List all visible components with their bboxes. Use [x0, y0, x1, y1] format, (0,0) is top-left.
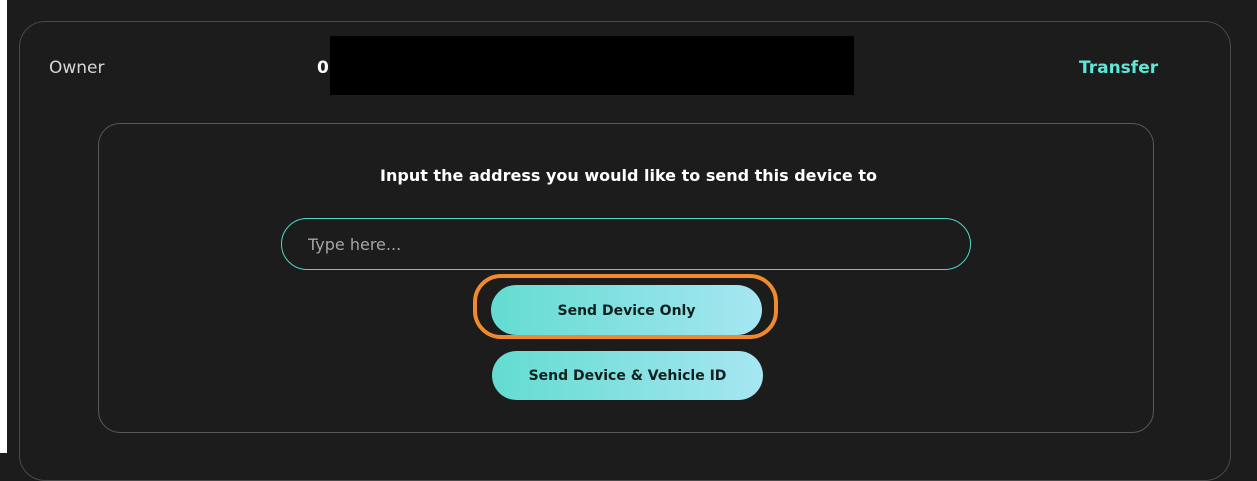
transfer-prompt: Input the address you would like to send… [380, 166, 877, 185]
window-left-edge [0, 0, 7, 453]
redacted-address-block [330, 36, 854, 95]
send-device-and-vehicle-id-button[interactable]: Send Device & Vehicle ID [492, 351, 763, 400]
owner-label: Owner [49, 58, 105, 78]
send-device-only-button[interactable]: Send Device Only [491, 285, 762, 335]
owner-address: 0 [317, 58, 329, 78]
recipient-address-input[interactable] [281, 218, 971, 270]
transfer-link[interactable]: Transfer [1079, 58, 1158, 78]
